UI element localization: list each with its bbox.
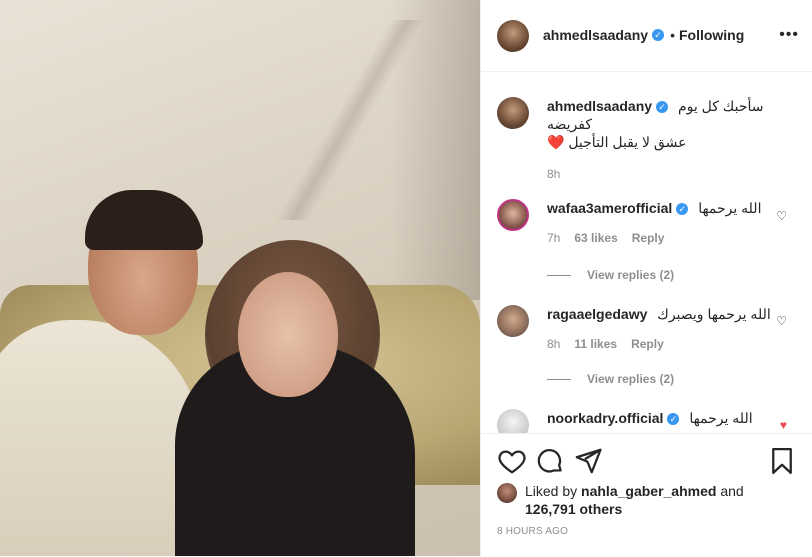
comment-row: noorkadry.official ✓ الله يرحمها xyxy=(497,409,797,433)
caption-line-1: سأحبك كل يوم xyxy=(677,98,764,114)
comment-body: wafaa3amerofficial ✓ الله يرحمها 7h 63 lik… xyxy=(547,199,797,247)
heart-outline-icon[interactable] xyxy=(497,446,527,476)
caption-username[interactable]: ahmedlsaadany xyxy=(547,98,652,114)
reply-button[interactable]: Reply xyxy=(632,231,665,245)
comment-likes[interactable]: 63 likes xyxy=(574,231,617,245)
verified-badge-icon: ✓ xyxy=(676,203,689,216)
comment-body: ragaaelgedawy الله يرحمها ويصبرك 8h 11 li… xyxy=(547,305,797,353)
comment-time[interactable]: 7h xyxy=(547,231,560,245)
post-photo[interactable] xyxy=(0,0,480,556)
heart-emoji-icon: ❤️ xyxy=(547,134,565,150)
author-username[interactable]: ahmedlsaadany xyxy=(543,27,648,43)
caption-line-3-wrap: ❤️ عشق لا يقبل التأجيل xyxy=(547,133,797,151)
comment-username[interactable]: ragaaelgedawy xyxy=(547,306,647,322)
following-button[interactable]: Following xyxy=(679,27,744,43)
liked-by-text: Liked by nahla_gaber_ahmed and 126,791 o… xyxy=(525,482,744,518)
replies-line xyxy=(547,379,571,381)
view-replies-label: View replies (2) xyxy=(587,372,675,386)
caption-meta: 8h xyxy=(547,165,797,183)
more-options-icon[interactable]: ••• xyxy=(779,27,799,43)
comment-like-heart-icon[interactable]: ♡ xyxy=(776,314,787,328)
caption-body: ahmedlsaadany ✓ سأحبك كل يوم كفريضه ❤️ عش… xyxy=(547,97,797,183)
verified-badge-icon: ✓ xyxy=(667,413,680,426)
commenter-avatar[interactable] xyxy=(497,199,529,231)
paper-plane-icon[interactable] xyxy=(573,446,603,476)
caption-time[interactable]: 8h xyxy=(547,167,560,181)
comment-username[interactable]: wafaa3amerofficial xyxy=(547,200,672,216)
comment-row: ragaaelgedawy الله يرحمها ويصبرك 8h 11 li… xyxy=(497,305,797,353)
view-replies-label: View replies (2) xyxy=(587,268,675,282)
commenter-avatar[interactable] xyxy=(497,409,529,433)
caption-line-2-wrap: كفريضه xyxy=(547,115,797,133)
replies-line xyxy=(547,275,571,277)
caption-line-2: كفريضه xyxy=(547,116,593,132)
author-block: ahmedlsaadany ✓ • Following xyxy=(543,27,744,45)
caption-row: ahmedlsaadany ✓ سأحبك كل يوم كفريضه ❤️ عش… xyxy=(497,97,797,183)
comment-like-heart-icon[interactable]: ♡ xyxy=(776,209,787,223)
post-side-panel: ahmedlsaadany ✓ • Following ••• ahmedlsaada… xyxy=(480,0,812,556)
comment-liked-heart-icon[interactable]: ♥ xyxy=(780,418,787,432)
caption-line-3: عشق لا يقبل التأجيل xyxy=(568,134,687,150)
post-actions: Liked by nahla_gaber_ahmed and 126,791 o… xyxy=(481,433,812,557)
comment-username[interactable]: noorkadry.official xyxy=(547,410,663,426)
bookmark-icon[interactable] xyxy=(767,446,797,476)
post-time-ago[interactable]: 8 HOURS AGO xyxy=(497,526,568,537)
comment-likes[interactable]: 11 likes xyxy=(574,337,617,351)
liked-by-and: and xyxy=(720,483,744,499)
photo-shadow xyxy=(390,0,480,300)
liked-by-avatar[interactable] xyxy=(497,483,517,503)
author-avatar[interactable] xyxy=(497,19,529,52)
commenter-avatar[interactable] xyxy=(497,305,529,337)
comment-time[interactable]: 8h xyxy=(547,337,560,351)
comment-meta: 7h 63 likes Reply xyxy=(547,229,797,247)
caption-avatar[interactable] xyxy=(497,97,529,129)
comment-meta: 8h 11 likes Reply xyxy=(547,335,797,353)
comment-text: الله يرحمها xyxy=(698,200,762,216)
comment-text: الله يرحمها xyxy=(689,410,753,426)
photo-woman-face xyxy=(238,272,338,397)
liked-by-summary: Liked by nahla_gaber_ahmed and 126,791 o… xyxy=(497,482,797,518)
comment-row: wafaa3amerofficial ✓ الله يرحمها 7h 63 lik… xyxy=(497,199,797,247)
likes-count[interactable]: 126,791 others xyxy=(525,501,622,517)
comment-bubble-icon[interactable] xyxy=(535,446,565,476)
liked-by-prefix: Liked by xyxy=(525,483,578,499)
comments-list[interactable]: ahmedlsaadany ✓ سأحبك كل يوم كفريضه ❤️ عش… xyxy=(481,73,812,433)
view-replies-button[interactable]: View replies (2) xyxy=(547,268,674,282)
view-replies-button[interactable]: View replies (2) xyxy=(547,372,674,386)
post-header: ahmedlsaadany ✓ • Following ••• xyxy=(481,0,812,72)
reply-button[interactable]: Reply xyxy=(631,337,664,351)
comment-text: الله يرحمها ويصبرك xyxy=(657,306,771,322)
verified-badge-icon: ✓ xyxy=(652,29,665,42)
separator-dot: • xyxy=(670,26,675,43)
liked-by-user[interactable]: nahla_gaber_ahmed xyxy=(581,483,716,499)
photo-man-hair xyxy=(85,190,203,250)
comment-body: noorkadry.official ✓ الله يرحمها xyxy=(547,409,797,433)
verified-badge-icon: ✓ xyxy=(656,101,669,114)
action-icons xyxy=(497,446,797,476)
